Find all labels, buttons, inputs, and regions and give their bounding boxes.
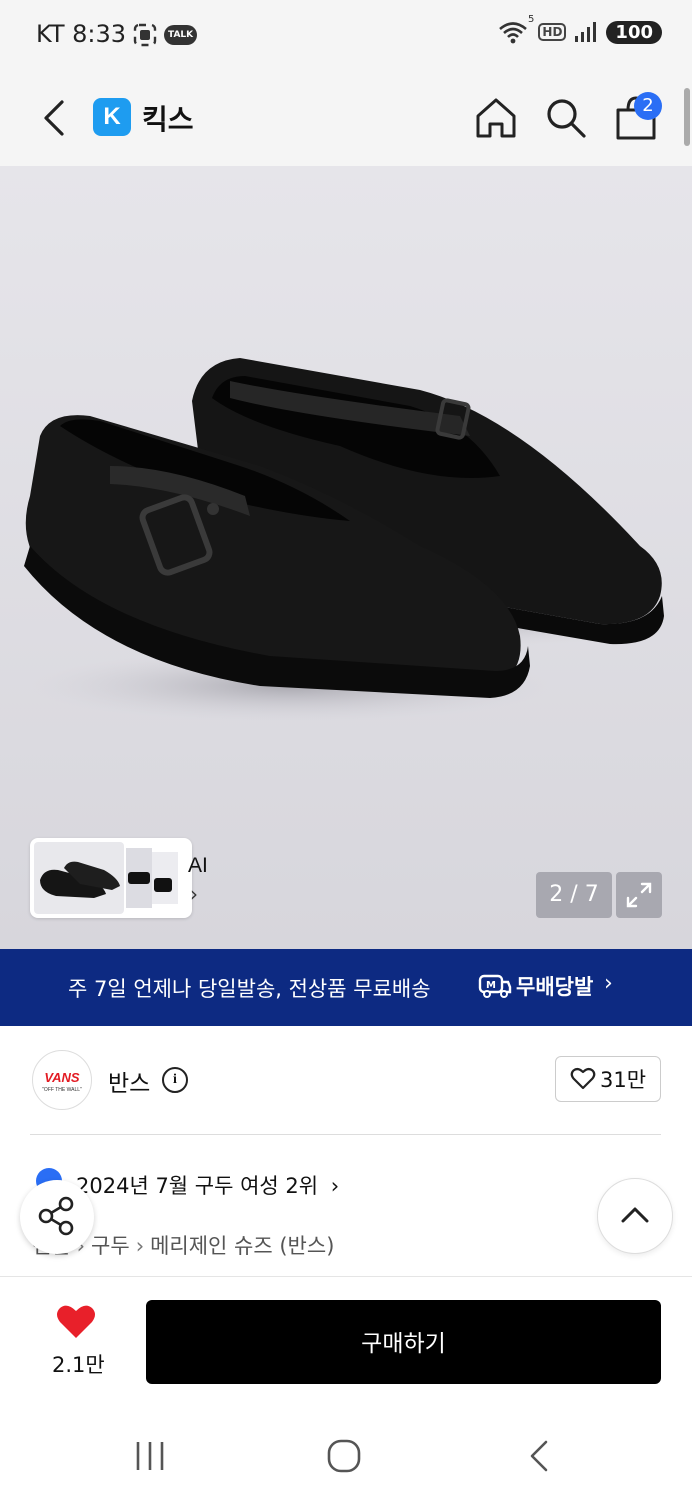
product-image[interactable] <box>0 166 692 949</box>
kakaotalk-icon: TALK <box>164 25 198 45</box>
signal-icon <box>575 22 597 42</box>
search-icon[interactable] <box>542 94 590 142</box>
info-icon[interactable]: i <box>162 1067 188 1093</box>
svg-text:M: M <box>486 980 496 991</box>
scroll-to-top-button[interactable] <box>597 1178 673 1254</box>
top-app-bar: K 킥스 <box>0 70 692 166</box>
wishlist-count: 2.1만 <box>52 1353 105 1377</box>
system-navigation-bar <box>0 1400 692 1500</box>
svg-text:VANS: VANS <box>44 1070 79 1085</box>
status-right-icons: 5 HD 100 <box>498 14 662 44</box>
chevron-right-icon[interactable]: › <box>190 882 198 906</box>
ai-label[interactable]: AI <box>188 854 208 878</box>
divider <box>30 1134 661 1135</box>
chevron-right-icon: › <box>135 1234 145 1258</box>
system-back-icon[interactable] <box>520 1438 560 1474</box>
brand-name[interactable]: 반스 <box>108 1064 150 1098</box>
app-logo: K <box>93 98 131 136</box>
back-arrow-icon[interactable] <box>36 96 76 140</box>
chevron-up-icon <box>621 1207 649 1223</box>
app-title: 킥스 <box>142 103 194 136</box>
ranking-link[interactable]: 2024년 7월 구두 여성 2위 › <box>76 1170 339 1200</box>
status-left-icons: TALK <box>132 22 198 48</box>
carrier-time: KT 8:33 <box>36 20 127 48</box>
breadcrumb-item[interactable]: 구두 <box>91 1234 130 1258</box>
battery-indicator: 100 <box>606 20 662 44</box>
promo-banner[interactable]: 주 7일 언제나 당일발송, 전상품 무료배송 M 무배당발 › <box>0 949 692 1026</box>
share-button[interactable] <box>20 1180 94 1254</box>
svg-text:"OFF THE WALL": "OFF THE WALL" <box>42 1087 82 1093</box>
product-photo-mary-jane-shoes <box>24 358 680 722</box>
hd-voice-icon: HD <box>538 23 567 41</box>
brand-like-button[interactable]: 31만 <box>555 1056 661 1102</box>
recent-apps-icon[interactable] <box>130 1438 170 1474</box>
delivery-truck-icon: M <box>478 974 512 998</box>
image-page-counter: 2 / 7 <box>536 872 612 918</box>
cart-count-badge: 2 <box>634 92 662 120</box>
image-thumbnail-strip[interactable]: AI › <box>30 838 208 918</box>
home-circle-icon[interactable] <box>324 1438 364 1474</box>
free-delivery-logo: M 무배당발 <box>478 971 593 1001</box>
brand-like-count: 31만 <box>599 1068 647 1092</box>
heart-outline-icon <box>570 1067 596 1090</box>
thumbnail-image[interactable] <box>152 852 178 904</box>
scrollbar[interactable] <box>684 88 690 146</box>
chevron-right-icon: › <box>330 1174 340 1198</box>
breadcrumb-item[interactable]: 메리제인 슈즈 (반스) <box>150 1234 334 1258</box>
home-icon[interactable] <box>472 94 520 142</box>
screenshot-icon <box>133 23 157 47</box>
thumbnail-image[interactable] <box>126 848 152 908</box>
wifi-icon: 5 <box>498 14 534 44</box>
buy-button[interactable]: 구매하기 <box>146 1300 661 1384</box>
chevron-right-icon: › <box>604 971 613 996</box>
brand-logo[interactable]: VANS "OFF THE WALL" <box>32 1050 92 1110</box>
promo-text: 주 7일 언제나 당일발송, 전상품 무료배송 <box>68 977 431 1001</box>
free-delivery-label: 무배당발 <box>516 975 594 999</box>
expand-icon[interactable] <box>616 872 662 918</box>
heart-filled-icon[interactable] <box>56 1304 96 1340</box>
share-icon <box>38 1196 74 1236</box>
thumbnail-image[interactable] <box>34 842 124 914</box>
ranking-text: 2024년 7월 구두 여성 2위 <box>76 1174 319 1198</box>
status-bar: KT 8:33 TALK 5 HD 100 <box>0 0 692 70</box>
